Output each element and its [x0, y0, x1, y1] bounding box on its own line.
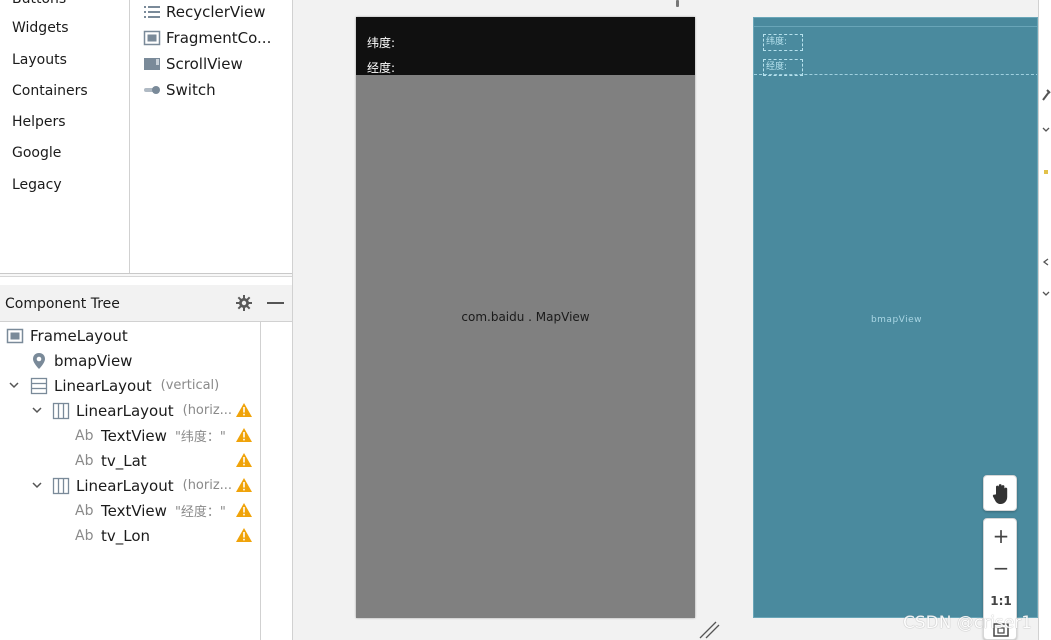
chevron-down-icon[interactable] — [32, 480, 42, 490]
palette-item-label: FragmentCo... — [166, 29, 272, 47]
palette-category-helpers[interactable]: Helpers — [12, 113, 66, 133]
map-pin-icon — [30, 352, 48, 370]
chevron-down-icon[interactable] — [1042, 126, 1050, 134]
scrollview-icon — [143, 55, 161, 73]
tree-row-label: tv_Lat — [101, 451, 147, 470]
linearlayout-horizontal-icon — [52, 402, 70, 420]
tree-row-textview-lon[interactable]: Ab TextView "经度：" — [75, 498, 226, 523]
palette-categories: Buttons Widgets Layouts Containers Helpe… — [0, 0, 130, 275]
blueprint-lat-box[interactable]: 纬度: — [763, 34, 803, 51]
pan-button[interactable] — [983, 475, 1017, 511]
tree-row-label: tv_Lon — [101, 526, 151, 545]
chevron-down-icon[interactable] — [9, 380, 19, 390]
tree-row-label: LinearLayout — [54, 376, 152, 395]
textview-icon: Ab — [75, 452, 94, 469]
design-surface[interactable]: 纬度: 经度: com.baidu . MapView — [356, 17, 695, 618]
tree-row-textview-lat[interactable]: Ab TextView "纬度：" — [75, 423, 226, 448]
minimize-icon[interactable] — [267, 302, 284, 304]
zoom-in-button[interactable]: + — [984, 521, 1018, 551]
design-lon-label[interactable]: 经度: — [367, 59, 395, 76]
tree-row-hint: "经度：" — [174, 505, 226, 520]
linearlayout-vertical-icon — [30, 377, 48, 395]
textview-icon: Ab — [75, 527, 94, 544]
tree-row-hint: (vertical) — [160, 378, 220, 393]
palette-item-label: ScrollView — [166, 55, 243, 73]
palette-category-legacy[interactable]: Legacy — [12, 176, 62, 196]
hand-icon — [992, 484, 1008, 504]
tree-row-label: FrameLayout — [30, 326, 128, 345]
design-top-bar: 纬度: 经度: — [356, 17, 695, 75]
list-icon — [143, 3, 161, 21]
right-toolbar-strip — [1038, 0, 1051, 640]
tree-row-hint: (horiz... — [182, 478, 233, 493]
warning-icon[interactable] — [235, 452, 253, 468]
android-studio-layout-editor: Buttons Widgets Layouts Containers Helpe… — [0, 0, 1051, 640]
palette-category-widgets[interactable]: Widgets — [12, 19, 69, 39]
switch-icon — [143, 81, 161, 99]
tree-row-hint: "纬度：" — [174, 430, 226, 445]
panel-splitter[interactable] — [0, 273, 292, 277]
tree-row-label: TextView — [101, 501, 167, 520]
zoom-out-button[interactable]: − — [984, 553, 1018, 583]
design-map-label: com.baidu . MapView — [461, 310, 590, 324]
tree-row-linearlayout-vertical[interactable]: LinearLayout (vertical) — [30, 373, 219, 398]
component-tree-title: Component Tree — [5, 296, 120, 312]
chevron-down-icon[interactable] — [1042, 290, 1050, 298]
resize-handle-icon[interactable] — [698, 620, 720, 640]
palette-item-label: Switch — [166, 81, 216, 99]
tree-row-bmapview[interactable]: bmapView — [30, 348, 132, 373]
blueprint-map-label: bmapView — [870, 315, 923, 325]
palette-item-switch[interactable]: Switch — [143, 79, 216, 101]
warning-icon[interactable] — [235, 427, 253, 443]
linearlayout-horizontal-icon — [52, 477, 70, 495]
tree-row-linearlayout-horizontal-2[interactable]: LinearLayout (horiz... — [52, 473, 232, 498]
framelayout-icon — [6, 327, 24, 345]
canvas-top-marker — [676, 0, 679, 7]
palette-category-google[interactable]: Google — [12, 144, 61, 164]
palette-category-containers[interactable]: Containers — [12, 82, 88, 102]
warning-icon[interactable] — [235, 502, 253, 518]
actual-size-button[interactable]: 1:1 — [984, 586, 1018, 616]
design-lat-label[interactable]: 纬度: — [367, 34, 395, 51]
left-panel: Buttons Widgets Layouts Containers Helpe… — [0, 0, 293, 640]
warning-icon[interactable] — [235, 527, 253, 543]
palette-item-label: RecyclerView — [166, 3, 266, 21]
fragment-icon — [143, 29, 161, 47]
palette-item-fragmentcontainer[interactable]: FragmentCo... — [143, 27, 271, 49]
status-dot — [1044, 170, 1048, 174]
tree-row-tv-lat[interactable]: Ab tv_Lat — [75, 448, 147, 473]
tree-row-label: LinearLayout — [76, 401, 174, 420]
palette-item-recyclerview[interactable]: RecyclerView — [143, 1, 266, 23]
tree-row-linearlayout-horizontal-1[interactable]: LinearLayout (horiz... — [52, 398, 232, 423]
palette-category-buttons[interactable]: Buttons — [12, 0, 66, 10]
palette-items: RecyclerView FragmentCo... ScrollView Sw… — [131, 0, 292, 275]
textview-icon: Ab — [75, 427, 94, 444]
textview-icon: Ab — [75, 502, 94, 519]
wrench-icon[interactable] — [1041, 88, 1051, 102]
tree-row-label: LinearLayout — [76, 476, 174, 495]
tree-row-framelayout[interactable]: FrameLayout — [6, 323, 128, 348]
chevron-left-icon[interactable] — [1042, 258, 1050, 266]
watermark: CSDN @criser1 — [903, 613, 1033, 633]
tree-row-label: bmapView — [54, 351, 133, 370]
palette-category-layouts[interactable]: Layouts — [12, 51, 67, 71]
blueprint-layout-boundary — [754, 74, 1037, 75]
tree-row-hint: (horiz... — [182, 403, 233, 418]
tree-row-label: TextView — [101, 426, 167, 445]
palette-item-scrollview[interactable]: ScrollView — [143, 53, 243, 75]
component-tree: FrameLayout bmapView LinearLayout (verti… — [0, 322, 261, 640]
palette: Buttons Widgets Layouts Containers Helpe… — [0, 0, 292, 275]
tree-row-tv-lon[interactable]: Ab tv_Lon — [75, 523, 150, 548]
blueprint-guide — [754, 26, 1037, 27]
warning-icon[interactable] — [235, 402, 253, 418]
gear-icon[interactable] — [235, 294, 253, 312]
chevron-down-icon[interactable] — [32, 405, 42, 415]
warning-icon[interactable] — [235, 477, 253, 493]
